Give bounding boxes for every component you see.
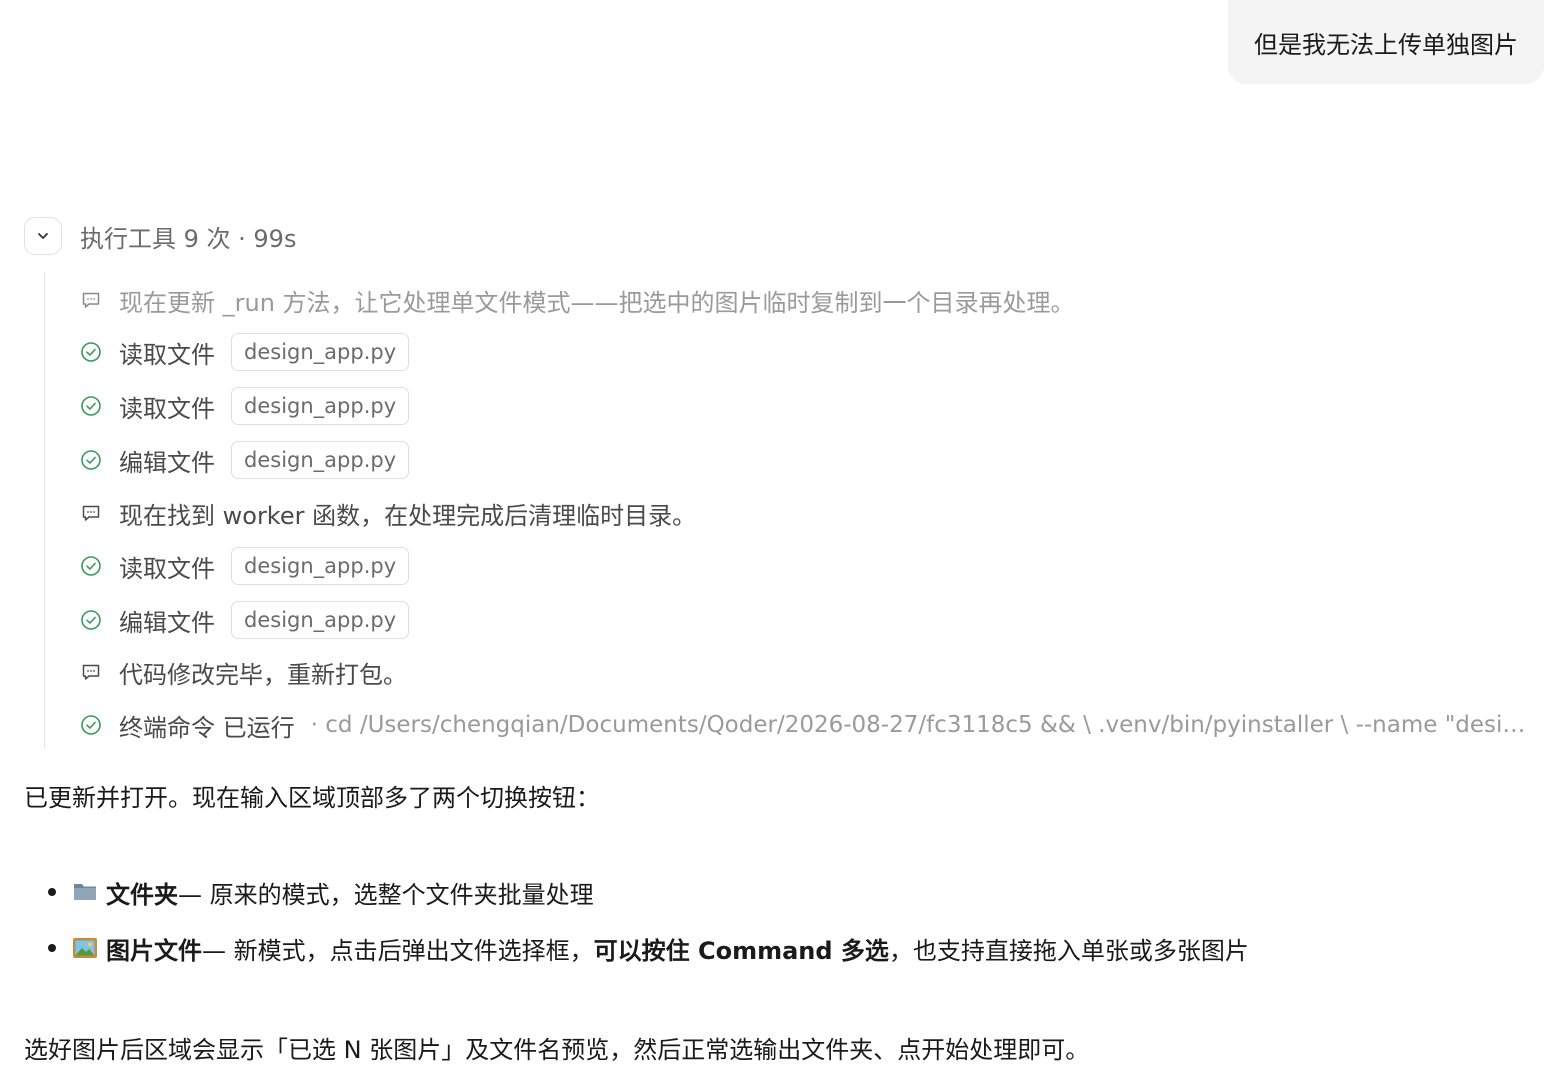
step-tool[interactable]: 读取文件 design_app.py: [79, 332, 1535, 372]
picture-icon: [72, 936, 98, 960]
chevron-down-icon: [38, 233, 48, 239]
assistant-reply-intro: 已更新并打开。现在输入区域顶部多了两个切换按钮：: [24, 778, 1534, 813]
bullet-bold: 图片文件: [106, 936, 202, 965]
file-chip[interactable]: design_app.py: [231, 601, 410, 639]
step-tool-label: 读取文件: [119, 394, 215, 423]
tool-group-header[interactable]: 执行工具 9 次 · 99s: [24, 216, 296, 256]
bullet-text: — 新模式，点击后弹出文件选择框，: [202, 936, 594, 965]
file-chip[interactable]: design_app.py: [231, 547, 410, 585]
terminal-command-text: · cd /Users/chengqian/Documents/Qoder/20…: [310, 712, 1535, 738]
step-tool[interactable]: 编辑文件 design_app.py: [79, 600, 1535, 640]
user-message-bubble: 但是我无法上传单独图片: [1228, 0, 1544, 84]
file-chip[interactable]: design_app.py: [231, 441, 410, 479]
message-icon: [79, 288, 103, 312]
bullet-text: — 原来的模式，选整个文件夹批量处理: [178, 880, 594, 909]
chat-view: 但是我无法上传单独图片 执行工具 9 次 · 99s 现在更新 _run 方法，…: [0, 0, 1558, 1078]
reply-outro-text: 选好图片后区域会显示「已选 N 张图片」及文件名预览，然后正常选输出文件夹、点开…: [24, 1036, 1090, 1064]
bullet-text-secondary: ，也支持直接拖入单张或多张图片: [888, 936, 1249, 965]
check-circle-icon: [79, 340, 103, 364]
tool-group-summary: 执行工具 9 次 · 99s: [80, 224, 297, 253]
user-message-text: 但是我无法上传单独图片: [1254, 30, 1518, 59]
step-tool-label: 编辑文件: [119, 608, 215, 637]
tool-step-list: 现在更新 _run 方法，让它处理单文件模式——把选中的图片临时复制到一个目录再…: [44, 272, 1535, 748]
file-chip[interactable]: design_app.py: [231, 387, 410, 425]
message-icon: [79, 501, 103, 525]
bullet-bold: 文件夹: [106, 880, 178, 909]
list-item: 文件夹 — 原来的模式，选整个文件夹批量处理: [48, 864, 1534, 920]
step-tool-label: 读取文件: [119, 554, 215, 583]
step-note-text: 代码修改完毕，重新打包。: [119, 660, 407, 689]
step-tool-label: 终端命令 已运行: [119, 713, 295, 742]
check-circle-icon: [79, 448, 103, 472]
step-note: 现在找到 worker 函数，在处理完成后清理临时目录。: [79, 493, 1535, 533]
reply-intro-text: 已更新并打开。现在输入区域顶部多了两个切换按钮：: [24, 784, 600, 812]
check-circle-icon: [79, 713, 103, 737]
step-tool-label: 读取文件: [119, 340, 215, 369]
step-note-text: 现在找到 worker 函数，在处理完成后清理临时目录。: [119, 501, 697, 530]
folder-icon: [72, 880, 98, 904]
file-chip[interactable]: design_app.py: [231, 333, 410, 371]
step-terminal[interactable]: 终端命令 已运行 · cd /Users/chengqian/Documents…: [79, 705, 1535, 745]
list-item: 图片文件 — 新模式，点击后弹出文件选择框， 可以按住 Command 多选 ，…: [48, 920, 1534, 976]
step-tool[interactable]: 读取文件 design_app.py: [79, 546, 1535, 586]
step-note-text: 现在更新 _run 方法，让它处理单文件模式——把选中的图片临时复制到一个目录再…: [119, 288, 1075, 317]
step-tool[interactable]: 读取文件 design_app.py: [79, 386, 1535, 426]
check-circle-icon: [79, 554, 103, 578]
message-icon: [79, 660, 103, 684]
assistant-reply-outro: 选好图片后区域会显示「已选 N 张图片」及文件名预览，然后正常选输出文件夹、点开…: [24, 1030, 1534, 1065]
step-note: 现在更新 _run 方法，让它处理单文件模式——把选中的图片临时复制到一个目录再…: [79, 280, 1535, 320]
step-tool[interactable]: 编辑文件 design_app.py: [79, 440, 1535, 480]
check-circle-icon: [79, 394, 103, 418]
step-tool-label: 编辑文件: [119, 448, 215, 477]
step-note: 代码修改完毕，重新打包。: [79, 652, 1535, 692]
check-circle-icon: [79, 608, 103, 632]
reply-bullet-list: 文件夹 — 原来的模式，选整个文件夹批量处理 图片文件 — 新模式，点击后弹出文…: [48, 864, 1534, 976]
bullet-bold-secondary: 可以按住 Command 多选: [593, 936, 889, 965]
collapse-toggle-button[interactable]: [24, 217, 62, 255]
